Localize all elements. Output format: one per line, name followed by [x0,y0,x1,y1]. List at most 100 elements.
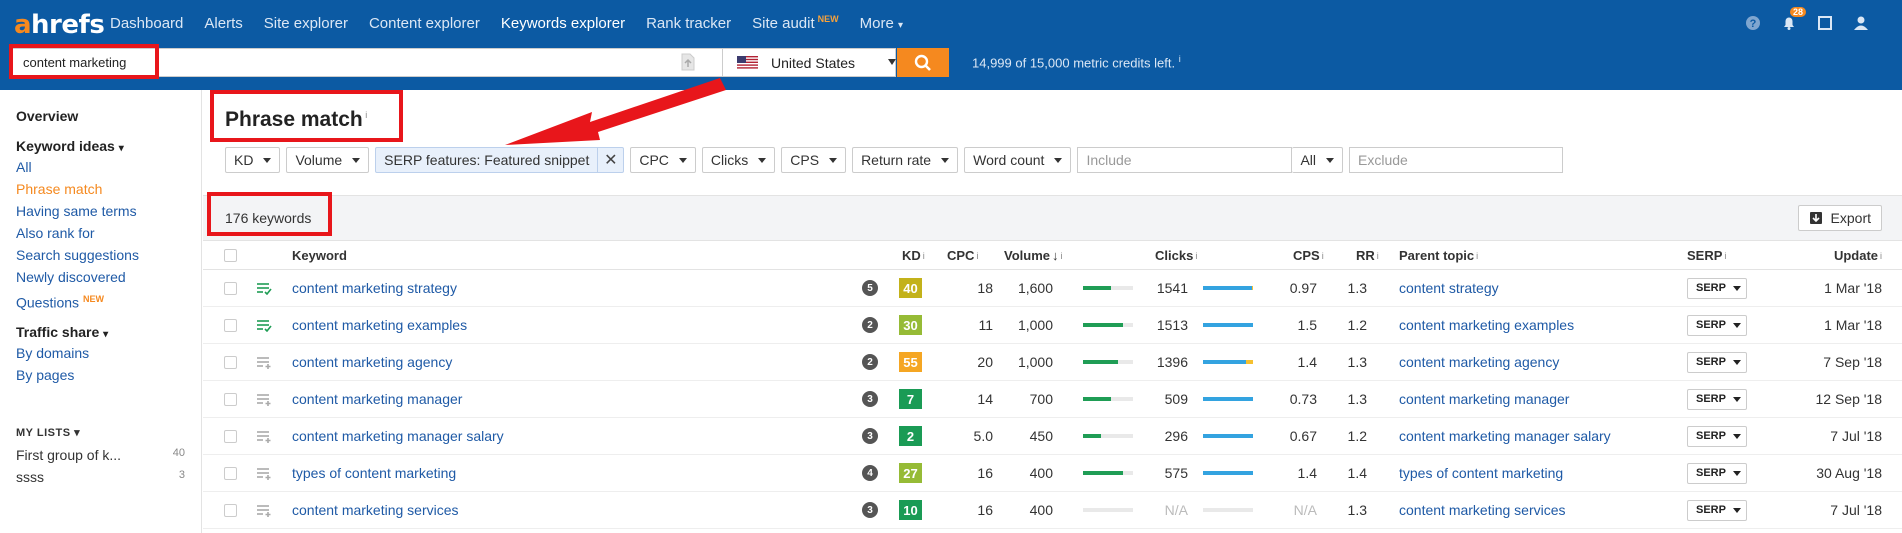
info-icon[interactable]: i [1476,251,1478,261]
checkbox[interactable] [224,318,237,332]
checkbox[interactable] [224,466,237,480]
info-icon[interactable]: i [1322,251,1324,261]
parent-topic-text[interactable]: content marketing manager [1399,391,1569,407]
sidebar-item-questions[interactable]: Questions NEW [16,291,185,312]
checkbox[interactable] [224,249,237,262]
parent-topic-text[interactable]: content marketing services [1399,502,1566,518]
keyword-text[interactable]: content marketing agency [292,354,452,370]
help-icon[interactable]: ? [1742,12,1764,34]
table-row[interactable]: types of content marketing 4 27 16 400 575 1.4… [203,455,1902,492]
checkbox[interactable] [224,355,237,369]
add-to-list-icon[interactable] [256,492,272,528]
upload-icon[interactable] [681,53,695,75]
table-row[interactable]: content marketing strategy 5 40 18 1,600 1541… [203,270,1902,307]
search-input[interactable] [13,49,673,76]
sidebar-item-by-domains[interactable]: By domains [16,345,185,362]
keyword-link[interactable]: content marketing agency [292,344,452,380]
filter-return-rate[interactable]: Return rate [852,147,959,173]
country-select[interactable]: United States [722,49,910,76]
sidebar-item-having-same-terms[interactable]: Having same terms [16,203,185,220]
keyword-text[interactable]: content marketing services [292,502,459,518]
parent-topic-text[interactable]: content marketing manager salary [1399,428,1611,444]
row-checkbox[interactable] [224,492,237,528]
col-kd[interactable]: KD i [902,242,925,269]
keyword-link[interactable]: types of content marketing [292,455,456,491]
row-checkbox[interactable] [224,381,237,417]
parent-topic-link[interactable]: content marketing services [1399,492,1566,528]
serp-button[interactable]: SERP [1687,425,1747,447]
filter-word-count[interactable]: Word count [964,147,1072,173]
serp-features-count[interactable]: 2 [862,307,878,343]
nav-rank-tracker[interactable]: Rank tracker [646,15,731,32]
col-cps[interactable]: CPS i [1293,242,1324,269]
serp-features-count[interactable]: 3 [862,492,878,528]
col-parent-topic[interactable]: Parent topic i [1399,242,1478,269]
bell-icon[interactable]: 28 [1778,7,1806,34]
row-checkbox[interactable] [224,455,237,491]
nav-keywords-explorer[interactable]: Keywords explorer [501,15,625,32]
sidebar-overview[interactable]: Overview [16,108,185,124]
exclude-input[interactable]: Exclude [1349,147,1564,173]
nav-more[interactable]: More ▾ [860,15,903,32]
ahrefs-logo[interactable]: ahrefs [14,10,105,40]
serp-button[interactable]: SERP [1687,499,1747,521]
serp-button[interactable]: SERP [1687,277,1747,299]
parent-topic-link[interactable]: types of content marketing [1399,455,1563,491]
serp-button[interactable]: SERP [1687,314,1747,336]
checkbox[interactable] [224,503,237,517]
include-input[interactable]: Include [1077,147,1293,173]
sidebar-item-search-suggestions[interactable]: Search suggestions [16,247,185,264]
parent-topic-link[interactable]: content marketing agency [1399,344,1559,380]
row-checkbox[interactable] [224,344,237,380]
col-update[interactable]: Update i [1834,242,1882,269]
parent-topic-text[interactable]: content marketing agency [1399,354,1559,370]
col-volume[interactable]: Volume ↓ i [1004,242,1063,269]
keyword-text[interactable]: types of content marketing [292,465,456,481]
filter-cpc[interactable]: CPC [630,147,696,173]
list-check-icon[interactable] [256,307,272,343]
parent-topic-text[interactable]: types of content marketing [1399,465,1563,481]
filter-cps[interactable]: CPS [781,147,847,173]
parent-topic-link[interactable]: content strategy [1399,270,1499,306]
list-item[interactable]: ssss 3 [16,469,185,485]
info-icon[interactable]: i [1179,54,1181,64]
keyword-link[interactable]: content marketing examples [292,307,467,343]
row-checkbox[interactable] [224,418,237,454]
user-icon[interactable] [1850,12,1872,34]
parent-topic-link[interactable]: content marketing examples [1399,307,1574,343]
table-row[interactable]: content marketing manager salary 3 2 5.0 450… [203,418,1902,455]
table-row[interactable]: content marketing services 3 10 16 400 N/A N/A… [203,492,1902,529]
row-checkbox[interactable] [224,270,237,306]
sidebar-item-all[interactable]: All [16,159,185,176]
table-row[interactable]: content marketing manager 3 7 14 700 509 0.73 1… [203,381,1902,418]
keyword-link[interactable]: content marketing manager [292,381,462,417]
info-icon[interactable]: i [1061,251,1063,261]
parent-topic-text[interactable]: content marketing examples [1399,317,1574,333]
sidebar-keyword-ideas[interactable]: Keyword ideas ▾ [16,138,185,154]
row-checkbox[interactable] [224,307,237,343]
search-button[interactable] [897,48,949,77]
nav-alerts[interactable]: Alerts [204,15,242,32]
keyword-text[interactable]: content marketing manager salary [292,428,504,444]
info-icon[interactable]: i [1195,251,1197,261]
nav-dashboard[interactable]: Dashboard [110,15,183,32]
parent-topic-text[interactable]: content strategy [1399,280,1499,296]
serp-button[interactable]: SERP [1687,351,1747,373]
select-all-checkbox[interactable] [224,242,237,269]
sidebar-item-phrase-match[interactable]: Phrase match [16,181,185,198]
table-row[interactable]: content marketing agency 2 55 20 1,000 1396 1.… [203,344,1902,381]
info-icon[interactable]: i [976,251,978,261]
export-button[interactable]: Export [1797,205,1882,231]
info-icon[interactable]: i [1880,251,1882,261]
info-icon[interactable]: i [1724,251,1726,261]
filter-serp-features[interactable]: SERP features: Featured snippet ✕ [375,147,625,173]
serp-button[interactable]: SERP [1687,388,1747,410]
filter-volume[interactable]: Volume [286,147,370,173]
info-icon[interactable]: i [363,110,367,120]
sidebar-item-newly-discovered[interactable]: Newly discovered [16,269,185,286]
keyword-text[interactable]: content marketing manager [292,391,462,407]
keyword-link[interactable]: content marketing services [292,492,459,528]
serp-features-count[interactable]: 5 [862,270,878,306]
sidebar-item-also-rank-for[interactable]: Also rank for [16,225,185,242]
list-check-icon[interactable] [256,270,272,306]
